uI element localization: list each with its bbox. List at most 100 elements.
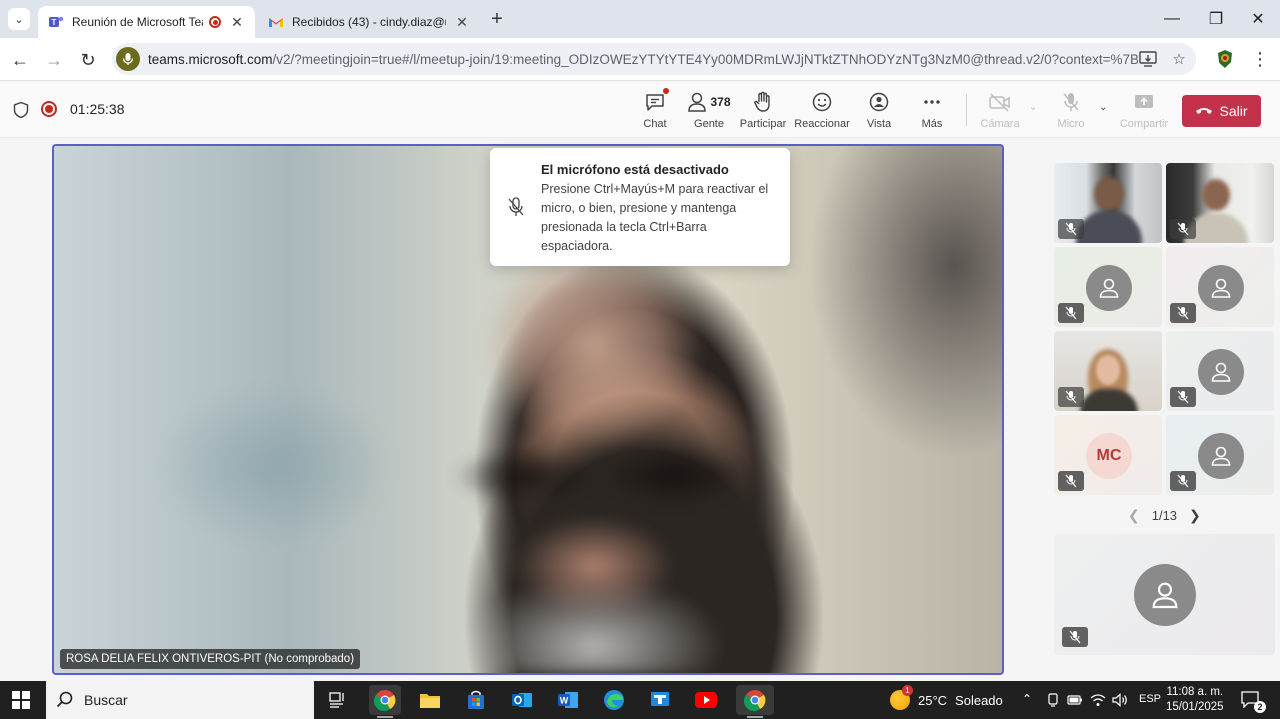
toast-title: El micrófono está desactivado [541, 162, 729, 177]
install-app-icon[interactable] [1138, 49, 1158, 69]
share-label: Compartir [1119, 118, 1169, 130]
minimize-button[interactable]: — [1150, 6, 1194, 32]
more-icon [924, 100, 940, 104]
url-field[interactable]: teams.microsoft.com/v2/?meetingjoin=true… [112, 43, 1196, 75]
reload-button[interactable]: ↻ [76, 48, 100, 72]
mic-off-icon [1065, 474, 1077, 488]
more-button[interactable]: Más [918, 90, 946, 130]
speaker-name-label: ROSA DELIA FELIX ONTIVEROS-PIT (No compr… [60, 649, 361, 669]
recording-icon [41, 101, 57, 117]
back-button[interactable]: ← [8, 48, 32, 72]
weather-condition: Soleado [955, 692, 1003, 708]
tab-gmail[interactable]: Recibidos (43) - cindy.diaz@uas ✕ [258, 6, 480, 38]
people-button[interactable]: 378 Gente [686, 90, 732, 130]
input-language[interactable]: ESP [1139, 693, 1161, 705]
participant-tile[interactable] [1166, 331, 1274, 411]
tab-title: Reunión de Microsoft Teams [72, 15, 203, 29]
chrome-icon[interactable] [369, 685, 401, 718]
tab-search-chevron-icon[interactable]: ⌄ [8, 8, 30, 30]
muted-badge [1170, 471, 1196, 491]
react-button[interactable]: Reaccionar [794, 90, 850, 130]
camera-button[interactable]: Cámara [980, 90, 1020, 130]
participant-tile-video[interactable] [1054, 163, 1162, 243]
participant-tile-video[interactable] [1166, 163, 1274, 243]
participant-tile[interactable] [1166, 247, 1274, 327]
windows-start-icon[interactable] [12, 691, 30, 709]
url-path: /v2/?meetingjoin=true#/l/meetup-join/19:… [272, 51, 1138, 67]
avatar-icon [1198, 433, 1244, 479]
smiley-icon [812, 92, 832, 112]
shield-icon[interactable] [12, 101, 30, 119]
avatar-icon [1198, 265, 1244, 311]
show-hidden-icons-chevron-icon[interactable]: ⌃ [1022, 692, 1032, 706]
camera-options-chevron-icon[interactable]: ⌄ [1029, 102, 1037, 113]
mic-off-icon [1177, 222, 1189, 236]
chrome-profile-icon[interactable] [736, 685, 774, 718]
camera-off-icon [989, 93, 1010, 112]
prev-page-icon[interactable]: ❮ [1128, 507, 1140, 524]
mic-button[interactable]: Micro [1056, 90, 1086, 130]
participant-video-body [1076, 211, 1142, 243]
mic-off-icon [1069, 630, 1081, 644]
mic-off-icon [1177, 474, 1189, 488]
teams-app-icon[interactable] [644, 685, 676, 715]
gmail-icon [269, 18, 283, 27]
word-icon[interactable]: W [552, 685, 584, 715]
tab-teams-meeting[interactable]: T Reunión de Microsoft Teams ✕ [38, 6, 255, 38]
avatar-icon [1134, 564, 1196, 626]
edge-icon[interactable] [598, 685, 630, 715]
react-label: Reaccionar [794, 118, 850, 130]
svg-text:W: W [560, 696, 569, 706]
profile-avatar[interactable] [1214, 48, 1236, 70]
participant-tile[interactable] [1166, 415, 1274, 495]
raise-hand-button[interactable]: Participar [740, 90, 786, 130]
browser-menu-icon[interactable]: ⋮ [1249, 48, 1271, 70]
battery-icon[interactable] [1067, 694, 1083, 706]
file-explorer-icon[interactable] [414, 685, 446, 715]
unread-dot [663, 88, 669, 94]
wifi-icon[interactable] [1090, 693, 1106, 707]
self-view-tile[interactable] [1054, 534, 1275, 655]
search-label: Buscar [84, 692, 128, 708]
participant-tile[interactable] [1054, 247, 1162, 327]
forward-button[interactable]: → [42, 48, 66, 72]
close-tab-icon[interactable]: ✕ [454, 14, 470, 31]
weather-badge: 1 [902, 685, 913, 696]
more-label: Más [921, 118, 943, 130]
participant-tile[interactable]: MC [1054, 415, 1162, 495]
notifications-button[interactable]: 2 [1240, 690, 1266, 713]
share-button[interactable]: Compartir [1119, 90, 1169, 130]
close-window-button[interactable]: ✕ [1236, 6, 1280, 32]
meeting-toolbar: 01:25:38 Chat 378 Gente Participar Reacc… [0, 82, 1280, 138]
chat-button[interactable]: Chat [640, 88, 670, 130]
people-count: 378 [710, 95, 731, 109]
new-tab-button[interactable]: + [486, 8, 508, 31]
bookmark-star-icon[interactable]: ☆ [1169, 49, 1189, 69]
task-view-icon[interactable] [322, 685, 354, 715]
participant-video [1202, 179, 1230, 211]
meeting-stage: ROSA DELIA FELIX ONTIVEROS-PIT (No compr… [0, 138, 1280, 681]
leave-button[interactable]: Salir [1182, 95, 1261, 127]
outlook-icon[interactable] [506, 685, 538, 715]
system-clock[interactable]: 11:08 a. m. 15/01/2025 [1166, 685, 1224, 715]
weather-widget[interactable]: 1 25°C Soleado [890, 685, 1003, 710]
youtube-icon[interactable] [690, 685, 722, 715]
mic-off-icon [1065, 390, 1077, 404]
toolbar-divider [966, 94, 967, 126]
meet-now-icon[interactable] [1046, 693, 1060, 707]
address-bar: ← → ↻ teams.microsoft.com/v2/?meetingjoi… [0, 38, 1280, 81]
next-page-icon[interactable]: ❯ [1189, 507, 1201, 524]
people-label: Gente [694, 118, 724, 130]
close-tab-icon[interactable]: ✕ [229, 14, 245, 31]
mic-options-chevron-icon[interactable]: ⌄ [1099, 102, 1107, 113]
muted-badge [1170, 303, 1196, 323]
taskbar-search[interactable]: Buscar [46, 681, 314, 719]
maximize-button[interactable]: ❐ [1194, 6, 1238, 32]
mic-in-use-icon[interactable] [116, 47, 140, 71]
view-button[interactable]: Vista [864, 90, 894, 130]
muted-badge [1170, 387, 1196, 407]
microsoft-store-icon[interactable] [460, 685, 492, 715]
participant-tile-video[interactable] [1054, 331, 1162, 411]
volume-icon[interactable] [1112, 693, 1128, 707]
toast-body: Presione Ctrl+Mayús+M para reactivar el … [541, 182, 769, 253]
